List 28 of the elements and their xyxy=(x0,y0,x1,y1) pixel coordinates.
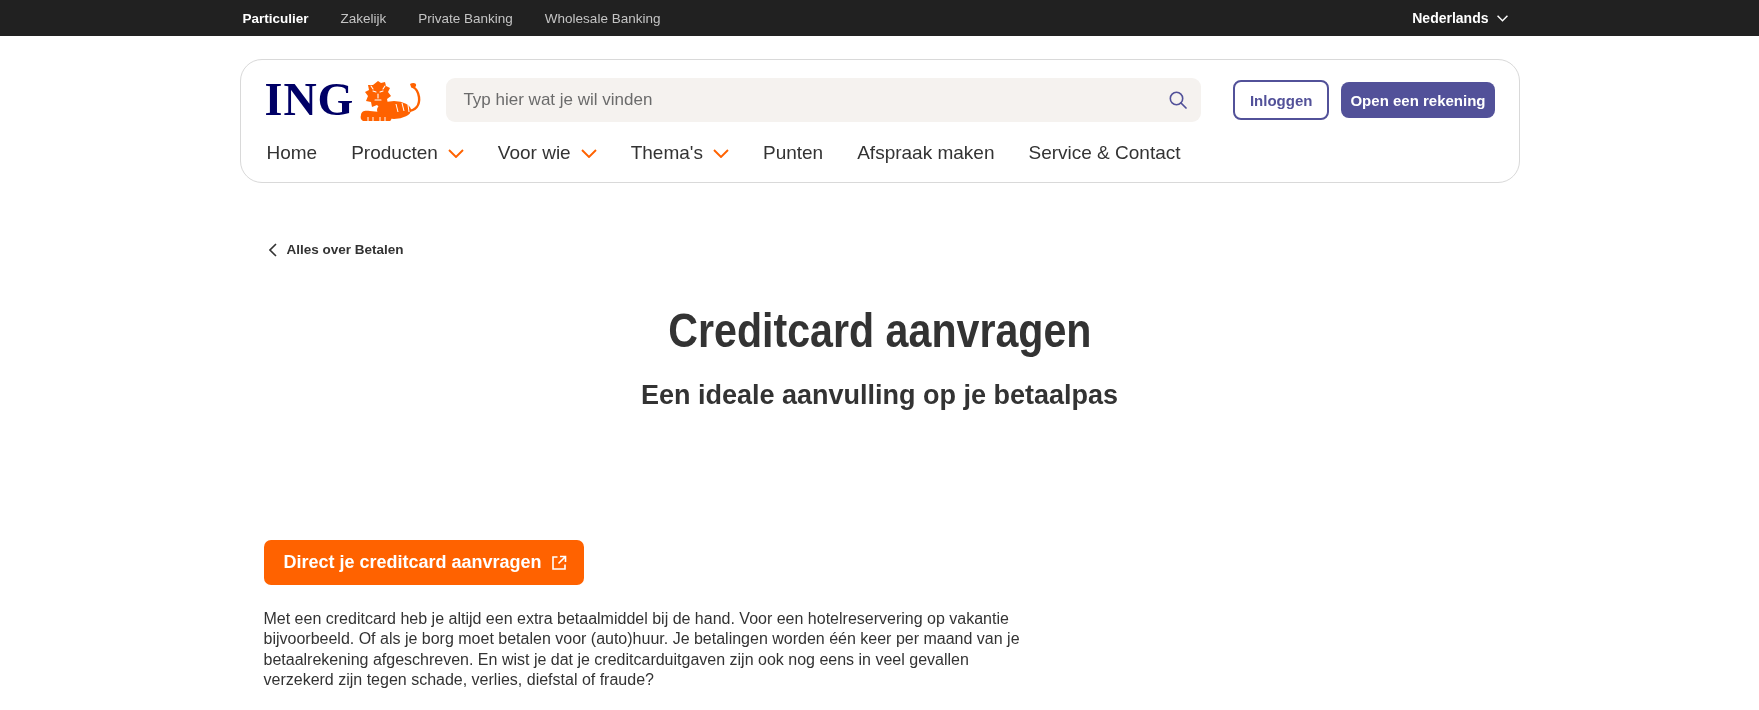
nav-item[interactable]: Thema's xyxy=(630,141,729,165)
open-account-button[interactable]: Open een rekening xyxy=(1341,82,1495,118)
nav-item[interactable]: Voor wie xyxy=(497,141,597,165)
search-field[interactable]: Typ hier wat je wil vinden xyxy=(446,78,1201,122)
segment-link[interactable]: Private Banking xyxy=(418,10,513,26)
nav-item[interactable]: Producten xyxy=(351,141,464,165)
intro-paragraph: Met een creditcard heb je altijd een extra betaalmiddel bij de hand. Voor een hotelreservering op vakantie bijvoorbeeld. Of als je borg moet betalen voor (auto)huur. Je betalingen worden één keer per maand van je betaalrekening afgeschreven. En wist je dat je creditcarduitgaven zijn ook nog eens in veel gevallen verzekerd zijn tegen schade, verlies, diefstal of fraude? xyxy=(263,609,1021,691)
segment-link[interactable]: Wholesale Banking xyxy=(544,10,661,26)
logo-wordmark[interactable]: ING xyxy=(264,80,355,120)
search-icon[interactable] xyxy=(1168,91,1187,109)
external-link-icon xyxy=(550,554,567,571)
language-selector[interactable]: Nederlands xyxy=(1412,10,1508,26)
login-button[interactable]: Inloggen xyxy=(1232,80,1330,120)
chevron-down-icon xyxy=(712,148,729,158)
segment-link[interactable]: Particulier xyxy=(242,10,309,26)
chevron-down-icon xyxy=(1496,14,1508,22)
chevron-down-icon xyxy=(580,148,597,158)
nav-item[interactable]: Home xyxy=(266,141,318,165)
page-title: Creditcard aanvragen xyxy=(667,302,1092,359)
chevron-left-icon xyxy=(268,243,277,257)
page-subtitle: Een ideale aanvulling op je betaalpas xyxy=(640,379,1119,412)
nav-item[interactable]: Service & Contact xyxy=(1028,141,1181,165)
nav-item[interactable]: Punten xyxy=(762,141,824,165)
lion-icon xyxy=(360,79,423,121)
segment-link[interactable]: Zakelijk xyxy=(340,10,387,26)
back-link[interactable]: Alles over Betalen xyxy=(268,240,404,260)
nav-item[interactable]: Afspraak maken xyxy=(857,141,995,165)
chevron-down-icon xyxy=(447,148,464,158)
